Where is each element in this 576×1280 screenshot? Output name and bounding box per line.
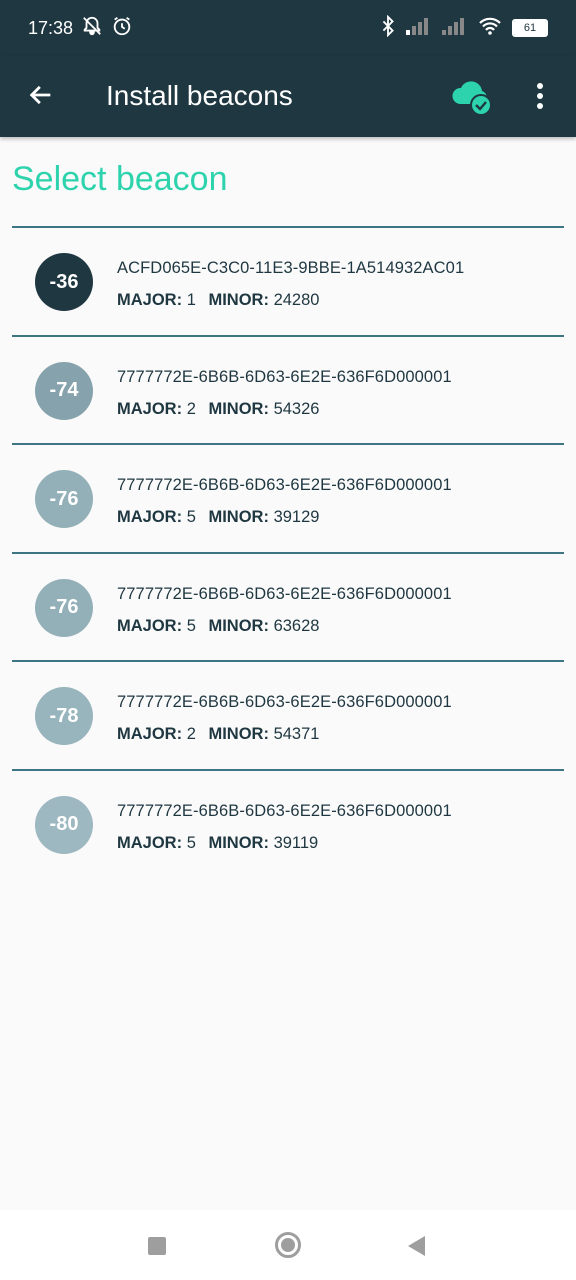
major-value: 2 <box>186 725 196 744</box>
rssi-badge: -74 <box>35 361 93 420</box>
recents-square-icon[interactable] <box>148 1237 166 1255</box>
major-value: 5 <box>186 833 196 852</box>
app-bar: Install beacons <box>0 56 576 137</box>
major-label: MAJOR: <box>117 508 183 527</box>
back-triangle-icon[interactable] <box>408 1236 425 1256</box>
beacon-row[interactable]: -74 7777772E-6B6B-6D63-6E2E-636F6D000001 M… <box>12 334 564 444</box>
status-bar: 17:38 61 <box>0 0 576 56</box>
rssi-badge: -76 <box>35 470 93 529</box>
beacon-uuid: 7777772E-6B6B-6D63-6E2E-636F6D000001 <box>117 693 452 712</box>
status-left: 17:38 <box>28 15 133 42</box>
major-value: 2 <box>186 399 196 418</box>
arrow-back-icon <box>27 81 55 114</box>
minor-label: MINOR: <box>208 725 269 744</box>
bluetooth-icon <box>380 14 396 42</box>
minor-value: 63628 <box>273 616 320 635</box>
major-label: MAJOR: <box>117 291 183 309</box>
system-nav-bar <box>0 1210 576 1280</box>
major-label: MAJOR: <box>117 616 183 635</box>
mute-bell-icon <box>81 15 103 42</box>
rssi-badge: -76 <box>35 578 93 637</box>
minor-value: 39129 <box>273 508 320 527</box>
beacon-row[interactable]: -76 7777772E-6B6B-6D63-6E2E-636F6D000001 M… <box>12 551 564 661</box>
battery-icon: 61 <box>512 19 548 37</box>
major-value: 1 <box>186 291 196 309</box>
beacon-meta: MAJOR: 5 MINOR: 39129 <box>117 508 319 527</box>
major-label: MAJOR: <box>117 399 183 418</box>
more-vert-icon <box>536 82 544 114</box>
sync-button[interactable] <box>448 76 496 120</box>
minor-label: MINOR: <box>208 291 269 309</box>
beacon-row[interactable]: -36 ACFD065E-C3C0-11E3-9BBE-1A514932AC01 M… <box>12 226 564 335</box>
back-button[interactable] <box>22 78 60 116</box>
rssi-badge: -80 <box>35 795 93 854</box>
alarm-icon <box>111 15 133 42</box>
minor-label: MINOR: <box>208 616 269 635</box>
status-right: 61 <box>380 14 548 42</box>
beacon-uuid: ACFD065E-C3C0-11E3-9BBE-1A514932AC01 <box>117 259 465 277</box>
major-label: MAJOR: <box>117 833 183 852</box>
minor-value: 39119 <box>273 833 319 852</box>
major-value: 5 <box>186 616 196 635</box>
beacon-row[interactable]: -80 7777772E-6B6B-6D63-6E2E-636F6D000001 M… <box>12 768 564 878</box>
minor-label: MINOR: <box>208 508 269 527</box>
wifi-icon <box>478 16 502 41</box>
major-value: 5 <box>186 508 196 527</box>
beacon-list: -36 ACFD065E-C3C0-11E3-9BBE-1A514932AC01 M… <box>12 226 564 878</box>
minor-label: MINOR: <box>208 399 269 418</box>
page-title: Install beacons <box>106 80 293 111</box>
section-heading: Select beacon <box>12 160 228 198</box>
beacon-uuid: 7777772E-6B6B-6D63-6E2E-636F6D000001 <box>117 367 452 386</box>
beacon-uuid: 7777772E-6B6B-6D63-6E2E-636F6D000001 <box>117 476 452 495</box>
beacon-uuid: 7777772E-6B6B-6D63-6E2E-636F6D000001 <box>117 801 452 820</box>
home-circle-icon[interactable] <box>275 1232 301 1258</box>
rssi-badge: -36 <box>35 253 93 311</box>
rssi-badge: -78 <box>35 687 93 746</box>
signal-icon <box>442 17 468 40</box>
more-options-button[interactable] <box>524 78 556 118</box>
minor-value: 54371 <box>273 725 320 744</box>
minor-label: MINOR: <box>208 833 269 852</box>
minor-value: 24280 <box>273 291 320 309</box>
minor-value: 54326 <box>273 399 320 418</box>
major-label: MAJOR: <box>117 725 183 744</box>
battery-level: 61 <box>514 21 546 35</box>
signal-icon <box>406 17 432 40</box>
status-time: 17:38 <box>28 17 74 38</box>
beacon-meta: MAJOR: 5 MINOR: 39119 <box>117 834 318 853</box>
beacon-row[interactable]: -76 7777772E-6B6B-6D63-6E2E-636F6D000001 M… <box>12 443 564 552</box>
beacon-meta: MAJOR: 2 MINOR: 54326 <box>117 400 319 419</box>
beacon-meta: MAJOR: 2 MINOR: 54371 <box>117 725 319 744</box>
beacon-meta: MAJOR: 5 MINOR: 63628 <box>117 617 319 636</box>
cloud-check-icon <box>448 81 496 124</box>
beacon-meta: MAJOR: 1 MINOR: 24280 <box>117 291 319 310</box>
beacon-row[interactable]: -78 7777772E-6B6B-6D63-6E2E-636F6D000001 M… <box>12 660 564 769</box>
beacon-uuid: 7777772E-6B6B-6D63-6E2E-636F6D000001 <box>117 584 452 603</box>
